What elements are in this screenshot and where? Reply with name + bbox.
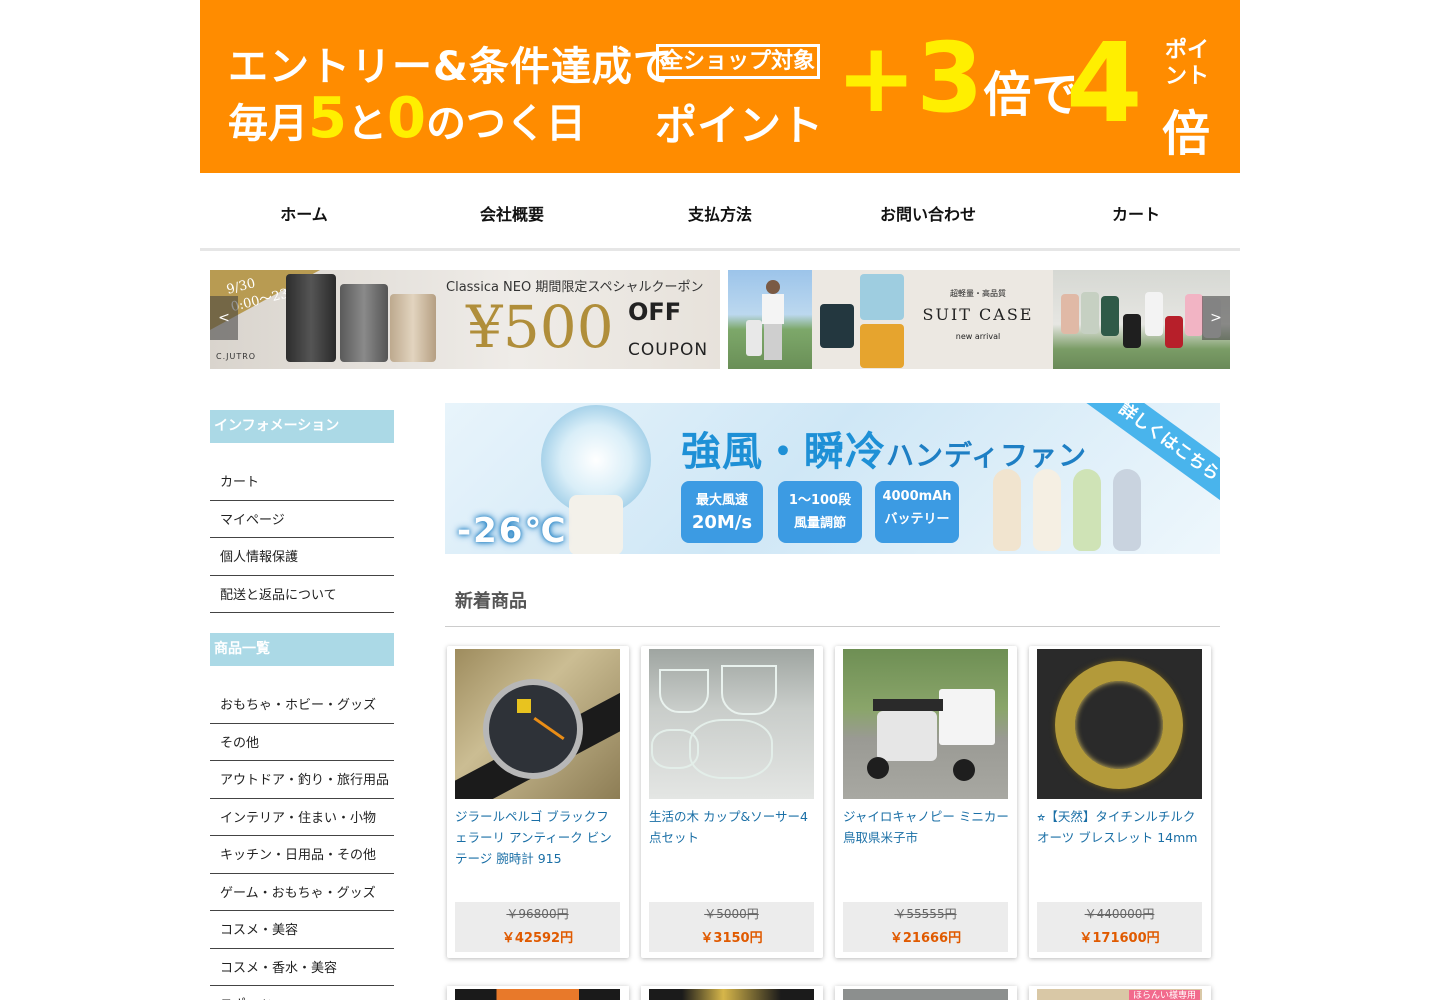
- slide-brand: C.JUTRO: [216, 352, 257, 361]
- suitcase-sign: 超軽量・高品質 SUIT CASE new arrival: [922, 289, 1034, 341]
- sidebar-category-item[interactable]: おもちゃ・ホビー・グッズ: [210, 686, 394, 724]
- sidebar-category-list: おもちゃ・ホビー・グッズ その他 アウトドア・釣り・旅行用品 インテリア・住まい…: [210, 686, 394, 1000]
- product-old-price: ￥440000円: [1084, 907, 1155, 921]
- campaign-banner[interactable]: エントリー&条件達成で 毎月5と0のつく日 全ショップ対象 ポイント +3倍で …: [200, 0, 1240, 173]
- product-card[interactable]: [447, 986, 629, 1000]
- mini-fan-image: [1033, 469, 1061, 551]
- fan-badge-speed: 1〜100段 風量調節: [778, 481, 862, 543]
- price-box: ￥440000円 ￥171600円: [1037, 902, 1202, 952]
- fan-badge-battery: 4000mAh バッテリー: [875, 481, 959, 543]
- product-image: ほらんい様専用: [1037, 989, 1202, 1000]
- suitcase-image: [860, 274, 904, 320]
- product-price: ￥3150円: [700, 931, 763, 946]
- campaign-scope-box: 全ショップ対象: [656, 44, 820, 79]
- product-old-price: ￥55555円: [894, 907, 957, 921]
- mini-fan-image: [993, 469, 1021, 551]
- campaign-plus3: +3倍で: [836, 22, 1080, 134]
- nav-home[interactable]: ホーム: [200, 173, 408, 248]
- product-card[interactable]: ⭐︎【天然】タイチンルチルクオーツ ブレスレット 14mm ￥440000円 ￥…: [1029, 646, 1211, 958]
- slide-suitcase[interactable]: 超軽量・高品質 SUIT CASE new arrival: [728, 270, 1230, 369]
- fan-title: 強風・瞬冷ハンディファン: [681, 429, 1088, 475]
- price-box: ￥5000円 ￥3150円: [649, 902, 814, 952]
- promo-slider: 9/30 0:00〜23:59 C.JUTRO Classica NEO 期間限…: [210, 270, 1230, 369]
- product-tag: ほらんい様専用: [1128, 990, 1200, 1000]
- suitcase-image: [860, 324, 904, 368]
- sidebar-category-item[interactable]: キッチン・日用品・その他: [210, 836, 394, 874]
- product-price: ￥42592円: [501, 931, 574, 946]
- product-card[interactable]: 生活の木 カップ&ソーサー4点セット ￥5000円 ￥3150円: [641, 646, 823, 958]
- sidebar-category-item[interactable]: アウトドア・釣り・旅行用品: [210, 761, 394, 799]
- sidebar-category-item[interactable]: コスメ・美容: [210, 911, 394, 949]
- product-image: [455, 649, 620, 799]
- product-price: ￥171600円: [1079, 931, 1160, 946]
- nav-cart[interactable]: カート: [1032, 173, 1240, 248]
- campaign-point-label: ポイント: [655, 101, 824, 150]
- sidebar-category-title: 商品一覧: [210, 633, 394, 666]
- sidebar-item-privacy[interactable]: 個人情報保護: [210, 538, 394, 576]
- fan-detail-ribbon[interactable]: 詳しくはこちら: [1082, 403, 1220, 512]
- mini-fan-image: [1073, 469, 1101, 551]
- slide-off-label: OFF: [628, 298, 682, 326]
- product-name[interactable]: 生活の木 カップ&ソーサー4点セット: [649, 806, 815, 848]
- sidebar-category-item[interactable]: インテリア・住まい・小物: [210, 799, 394, 836]
- slide-coupon[interactable]: 9/30 0:00〜23:59 C.JUTRO Classica NEO 期間限…: [210, 270, 720, 369]
- sidebar-item-mypage[interactable]: マイページ: [210, 501, 394, 538]
- product-image: [843, 649, 1008, 799]
- product-old-price: ￥96800円: [506, 907, 569, 921]
- suitcase-image: [820, 304, 854, 348]
- suitcase-image: [390, 294, 436, 362]
- sidebar-category-item[interactable]: その他: [210, 724, 394, 761]
- sidebar-category-item[interactable]: コスメ・香水・美容: [210, 949, 394, 986]
- product-price: ￥21666円: [889, 931, 962, 946]
- product-card[interactable]: [835, 986, 1017, 1000]
- nav-company[interactable]: 会社概要: [408, 173, 616, 248]
- suitcase-image: [286, 274, 336, 362]
- product-card[interactable]: [641, 986, 823, 1000]
- suitcase-image: [340, 284, 388, 362]
- section-title: 新着商品: [455, 591, 527, 612]
- slide-coupon-label: COUPON: [628, 340, 709, 360]
- product-old-price: ￥5000円: [704, 907, 759, 921]
- product-image: [455, 989, 620, 1000]
- campaign-four: 4: [1066, 19, 1143, 147]
- fan-badge-wind: 最大風速 20M/s: [681, 481, 763, 543]
- sidebar-category-item[interactable]: スポーツ: [210, 986, 394, 1000]
- campaign-line2: 毎月5と0のつく日: [228, 86, 586, 151]
- nav-contact[interactable]: お問い合わせ: [824, 173, 1032, 248]
- slider-next-button[interactable]: >: [1202, 296, 1230, 340]
- product-name[interactable]: ジラールペルゴ ブラックフェラーリ アンティーク ビンテージ 腕時計 915: [455, 806, 621, 869]
- campaign-small-point: ポイント: [1164, 38, 1209, 89]
- sidebar-item-cart[interactable]: カート: [210, 463, 394, 501]
- sidebar-category-item[interactable]: ゲーム・おもちゃ・グッズ: [210, 874, 394, 911]
- price-box: ￥55555円 ￥21666円: [843, 902, 1008, 952]
- mini-fan-image: [1113, 469, 1141, 551]
- fan-handle-image: [569, 495, 623, 554]
- sidebar-info-list: カート マイページ 個人情報保護 配送と返品について: [210, 463, 394, 613]
- product-card[interactable]: ジラールペルゴ ブラックフェラーリ アンティーク ビンテージ 腕時計 915 ￥…: [447, 646, 629, 958]
- sidebar-item-shipping[interactable]: 配送と返品について: [210, 576, 394, 613]
- campaign-line1: エントリー&条件達成で: [228, 44, 674, 90]
- section-divider: [445, 626, 1220, 627]
- product-image: [1037, 649, 1202, 799]
- product-card[interactable]: ほらんい様専用: [1029, 986, 1211, 1000]
- nav-payment[interactable]: 支払方法: [616, 173, 824, 248]
- slider-prev-button[interactable]: <: [210, 296, 238, 340]
- campaign-bai: 倍: [1162, 106, 1211, 162]
- product-name[interactable]: ⭐︎【天然】タイチンルチルクオーツ ブレスレット 14mm: [1037, 806, 1203, 848]
- product-image: [649, 989, 814, 1000]
- fan-temperature: -26℃: [457, 511, 568, 551]
- product-image: [649, 649, 814, 799]
- person-photo: [728, 270, 812, 369]
- sidebar-info-title: インフォメーション: [210, 410, 394, 443]
- product-image: [843, 989, 1008, 1000]
- product-name[interactable]: ジャイロキャノピー ミニカー 鳥取県米子市: [843, 806, 1009, 848]
- slide-coupon-amount: ¥500: [466, 293, 614, 361]
- price-box: ￥96800円 ￥42592円: [455, 902, 620, 952]
- sidebar: インフォメーション カート マイページ 個人情報保護 配送と返品について 商品一…: [210, 410, 394, 1000]
- fan-banner[interactable]: -26℃ 強風・瞬冷ハンディファン 最大風速 20M/s 1〜100段 風量調節…: [445, 403, 1220, 554]
- product-card[interactable]: ジャイロキャノピー ミニカー 鳥取県米子市 ￥55555円 ￥21666円: [835, 646, 1017, 958]
- main-nav: ホーム 会社概要 支払方法 お問い合わせ カート: [200, 173, 1240, 251]
